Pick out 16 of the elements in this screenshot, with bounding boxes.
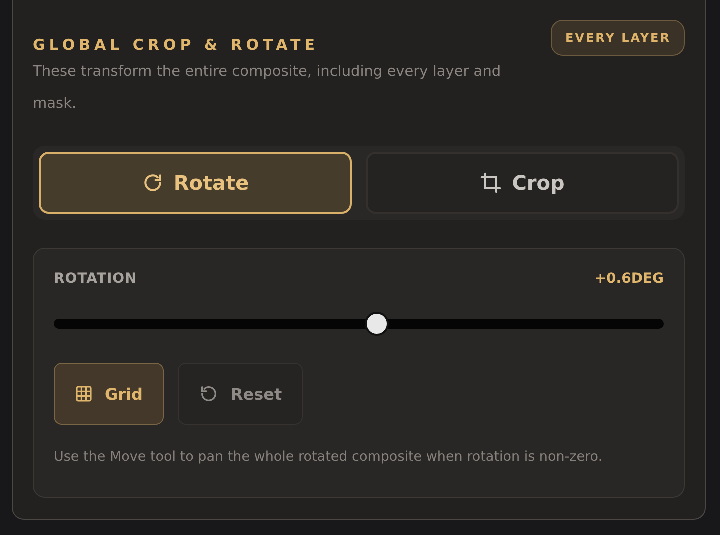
rotation-label: ROTATION <box>54 271 138 287</box>
mode-tab[interactable]: Crop <box>366 152 679 214</box>
grid-icon <box>75 385 93 403</box>
reset-button[interactable]: Reset <box>178 363 304 425</box>
grid-toggle[interactable]: Grid <box>54 363 164 425</box>
panel-title: GLOBAL CROP & ROTATE <box>33 36 320 54</box>
panel-description: These transform the entire composite, including every layer and mask. <box>33 63 502 114</box>
rotation-note: Use the Move tool to pan the whole rotated composite when rotation is non-zero. <box>54 449 604 465</box>
rotate-icon <box>142 172 164 194</box>
undo-icon <box>198 384 219 404</box>
layer-badge: EVERY LAYER <box>551 20 685 56</box>
mode-tab[interactable]: Rotate <box>39 152 352 214</box>
rotation-slider[interactable] <box>54 312 664 336</box>
rotation-reading: +0.6DEG <box>594 271 664 287</box>
crop-icon <box>480 172 502 194</box>
slider-thumb[interactable] <box>365 312 390 336</box>
